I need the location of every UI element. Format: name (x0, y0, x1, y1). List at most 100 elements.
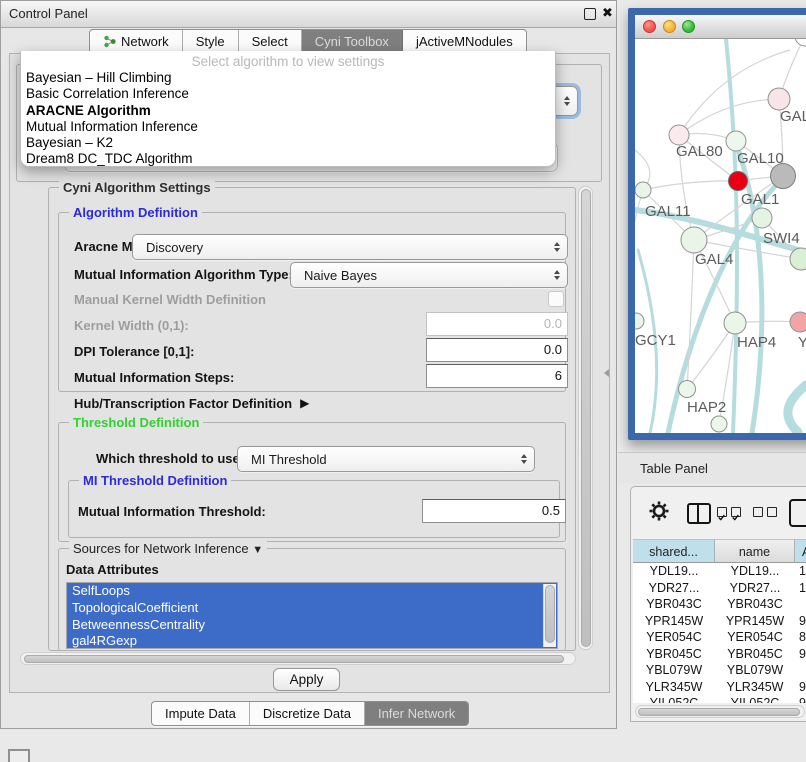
table-hscrollbar[interactable] (635, 705, 805, 718)
network-graph: GAL GAL80 GAL10 GAL1 GAL11 SWI4 GAL4 GCY… (635, 39, 806, 433)
node-label: HAP2 (687, 399, 726, 416)
table-row[interactable]: YPR145WYPR145W9. (633, 613, 806, 630)
table-row[interactable]: YER054CYER054C8. (633, 629, 806, 646)
control-panel-window: Control Panel ✖ Network Style Select Cyn… (0, 0, 617, 729)
floating-panel-icon[interactable] (8, 749, 30, 762)
group-title: Cyni Algorithm Settings (59, 180, 215, 195)
expand-arrow-icon: ▶ (300, 396, 309, 410)
tab-cyni-toolbox[interactable]: Cyni Toolbox (302, 30, 403, 53)
hub-factor-label: Hub/Transcription Factor Definition (74, 396, 292, 411)
node-gcy1 (635, 313, 644, 329)
node-gal4 (681, 227, 707, 253)
tab-network[interactable]: Network (90, 30, 183, 53)
window-title: Control Panel (9, 6, 88, 21)
sources-collapser[interactable]: Sources for Network Inference ▼ (69, 541, 267, 556)
column-layout-icon[interactable] (687, 503, 711, 524)
kernel-width-field[interactable]: 0.0 (426, 312, 568, 336)
table-row[interactable]: YLR345WYLR345W9. (633, 679, 806, 696)
splitter-collapse-icon[interactable] (604, 369, 609, 377)
table-panel-header: Table Panel (618, 452, 806, 484)
table-row[interactable]: YDL19...YDL19...13 (633, 563, 806, 580)
group-title: Algorithm Definition (69, 205, 202, 220)
close-traffic-light[interactable] (643, 20, 656, 33)
node (795, 39, 806, 46)
attribute-item-selected[interactable]: TopologicalCoefficient (67, 600, 557, 617)
node (711, 416, 727, 432)
attribute-item-selected[interactable]: BetweennessCentrality (67, 617, 557, 634)
node-label: GAL1 (741, 191, 779, 208)
cyni-toolbox-panel: gal-filtered.sif default node Select alg… (9, 53, 610, 693)
kernel-width-label: Kernel Width (0,1): (74, 318, 189, 333)
dpi-tolerance-label: DPI Tolerance [0,1]: (74, 344, 194, 359)
sources-title: Sources for Network Inference (73, 541, 249, 556)
tab-select[interactable]: Select (239, 30, 302, 53)
mi-type-combo[interactable]: Naive Bayes (290, 262, 568, 288)
combo-stepper-icon (521, 454, 527, 465)
minimize-traffic-light[interactable] (663, 20, 676, 33)
node-label: Y (798, 334, 806, 351)
node-red (729, 172, 748, 191)
dpi-tolerance-field[interactable]: 0.0 (426, 338, 568, 362)
deselect-all-columns-icon[interactable] (753, 507, 781, 525)
table-row[interactable]: YDR27...YDR27...12 (633, 580, 806, 597)
column-header-name[interactable]: name (715, 539, 795, 563)
table-row[interactable]: YBL079WYBL079W (633, 662, 806, 679)
attribute-item-selected[interactable]: gal4RGexp (67, 633, 557, 649)
node-label: GAL11 (645, 203, 691, 220)
dropdown-item[interactable]: Dream8 DC_TDC Algorithm (21, 151, 555, 167)
node-gal1 (752, 208, 772, 228)
column-header-partial[interactable]: A (795, 539, 806, 563)
column-header-sharedname[interactable]: shared... (633, 539, 715, 563)
mi-steps-field[interactable]: 6 (426, 364, 568, 388)
dropdown-item[interactable]: Bayesian – K2 (21, 135, 555, 151)
combo-stepper-icon (564, 96, 570, 107)
settings-vscrollbar[interactable] (578, 186, 593, 650)
manual-kernel-label: Manual Kernel Width Definition (74, 292, 266, 307)
combo-stepper-icon (554, 270, 560, 281)
dropdown-item[interactable]: Bayesian – Hill Climbing (21, 70, 555, 86)
close-icon[interactable]: ✖ (602, 5, 613, 21)
mi-type-label: Mutual Information Algorithm Type: (74, 267, 293, 282)
apply-button[interactable]: Apply (273, 668, 340, 691)
network-canvas[interactable]: GAL GAL80 GAL10 GAL1 GAL11 SWI4 GAL4 GCY… (635, 39, 806, 433)
network-window-titlebar (635, 15, 806, 39)
which-threshold-value: MI Threshold (251, 452, 327, 467)
cyni-mode-tabs: Impute Data Discretize Data Infer Networ… (151, 701, 469, 726)
table-row[interactable]: YIL052CYIL052C9 (633, 695, 806, 703)
dropdown-item[interactable]: Mutual Information Inference (21, 119, 555, 135)
manual-kernel-checkbox[interactable] (548, 291, 564, 307)
export-table-icon[interactable] (789, 499, 806, 527)
mi-steps-label: Mutual Information Steps: (74, 370, 234, 385)
node-label: GAL80 (676, 143, 723, 160)
table-panel-frame: shared... name A YDL19...YDL19...13 YDR2… (630, 486, 806, 722)
tab-discretize-data[interactable]: Discretize Data (250, 702, 365, 725)
table-row[interactable]: YBR043CYBR043C (633, 596, 806, 613)
which-threshold-combo[interactable]: MI Threshold (237, 446, 535, 472)
dropdown-item[interactable]: Basic Correlation Inference (21, 86, 555, 102)
float-window-icon[interactable] (584, 8, 596, 20)
table-row[interactable]: YBR045CYBR045C9. (633, 646, 806, 663)
zoom-traffic-light[interactable] (682, 20, 695, 33)
settings-hscrollbar[interactable] (20, 652, 576, 665)
tab-label: Network (121, 34, 169, 49)
tab-style[interactable]: Style (183, 30, 239, 53)
gear-icon[interactable] (649, 501, 669, 521)
tab-infer-network[interactable]: Infer Network (365, 702, 468, 725)
network-node-labels: GAL GAL80 GAL10 GAL1 GAL11 SWI4 GAL4 GCY… (635, 108, 806, 416)
node-gal11 (635, 182, 651, 198)
tab-impute-data[interactable]: Impute Data (152, 702, 250, 725)
attribute-item-selected[interactable]: SelfLoops (67, 583, 557, 600)
tab-jactivemnodules[interactable]: jActiveMNodules (403, 30, 526, 53)
aracne-mode-combo[interactable]: Discovery (132, 234, 568, 260)
desktop: Control Panel ✖ Network Style Select Cyn… (0, 0, 806, 762)
select-all-columns-icon[interactable] (717, 507, 745, 525)
mit-field[interactable]: 0.5 (422, 499, 566, 523)
group-title: MI Threshold Definition (79, 473, 231, 488)
node-gal80 (669, 125, 689, 145)
network-view-window: GAL GAL80 GAL10 GAL1 GAL11 SWI4 GAL4 GCY… (628, 8, 806, 440)
hub-factor-expander[interactable]: Hub/Transcription Factor Definition ▶ (74, 394, 309, 412)
node-label: GAL (780, 108, 806, 125)
node-label: HAP4 (737, 334, 776, 351)
dropdown-item-selected[interactable]: ARACNE Algorithm (21, 103, 555, 119)
attributes-scrollbar[interactable] (543, 584, 556, 647)
